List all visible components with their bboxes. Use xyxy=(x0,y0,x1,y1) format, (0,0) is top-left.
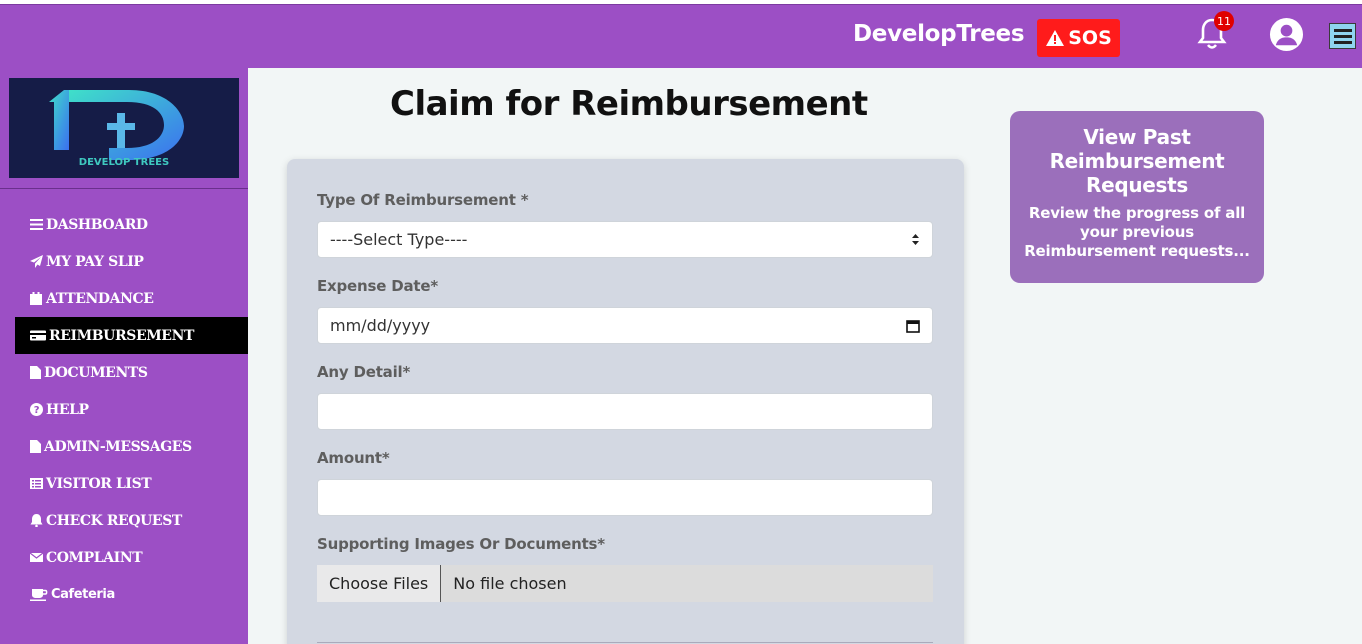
sort-arrows-icon xyxy=(912,234,919,245)
sidebar-item-label: VISITOR LIST xyxy=(46,475,152,492)
brand-name[interactable]: DevelopTrees xyxy=(853,21,1025,47)
envelope-icon xyxy=(30,552,43,562)
user-avatar-icon[interactable] xyxy=(1269,17,1304,52)
sidebar-item-label: DOCUMENTS xyxy=(44,364,148,381)
notification-badge: 11 xyxy=(1214,11,1234,31)
past-requests-description: Review the progress of all your previous… xyxy=(1024,204,1250,260)
list-icon xyxy=(30,478,43,489)
sidebar-divider xyxy=(0,188,248,189)
hamburger-menu-button[interactable] xyxy=(1329,23,1356,49)
sidebar-item-visitor-list[interactable]: VISITOR LIST xyxy=(15,465,248,502)
top-navbar: DevelopTrees SOS 11 xyxy=(0,4,1362,68)
file-icon xyxy=(30,440,41,453)
sidebar-item-help[interactable]: ? HELP xyxy=(15,391,248,428)
reimbursement-form: Type Of Reimbursement * ----Select Type-… xyxy=(287,159,964,644)
page-title: Claim for Reimbursement xyxy=(390,84,868,124)
calendar-icon[interactable] xyxy=(906,319,920,333)
sidebar-item-label: ATTENDANCE xyxy=(46,290,154,307)
sidebar-item-my-pay-slip[interactable]: MY PAY SLIP xyxy=(15,243,248,280)
calendar-icon xyxy=(30,292,42,305)
paper-plane-icon xyxy=(30,255,43,268)
reimbursement-type-select[interactable]: ----Select Type---- xyxy=(317,221,933,258)
warning-icon xyxy=(1046,30,1065,46)
sidebar-item-label: CHECK REQUEST xyxy=(46,512,182,529)
choose-files-button[interactable]: Choose Files xyxy=(317,565,442,602)
detail-input[interactable] xyxy=(317,393,933,430)
question-circle-icon: ? xyxy=(30,403,43,416)
svg-text:?: ? xyxy=(34,405,40,416)
sidebar-item-admin-messages[interactable]: ADMIN-MESSAGES xyxy=(15,428,248,465)
date-placeholder: mm/dd/yyyy xyxy=(330,316,431,335)
sidebar-item-label: REIMBURSEMENT xyxy=(49,327,194,344)
sidebar-nav: DASHBOARD MY PAY SLIP ATTENDANCE REIMBUR… xyxy=(15,206,248,613)
coffee-icon xyxy=(30,589,48,601)
credit-card-icon xyxy=(30,330,46,341)
file-icon xyxy=(30,366,41,379)
bell-icon xyxy=(30,514,43,527)
sidebar-item-documents[interactable]: DOCUMENTS xyxy=(15,354,248,391)
logo-text: DEVELOP TREES xyxy=(79,157,169,168)
sidebar-item-label: DASHBOARD xyxy=(46,216,148,233)
sidebar-item-label: Cafeteria xyxy=(51,587,115,602)
sidebar-item-reimbursement[interactable]: REIMBURSEMENT xyxy=(15,317,248,354)
sos-button[interactable]: SOS xyxy=(1037,19,1120,57)
sidebar-item-attendance[interactable]: ATTENDANCE xyxy=(15,280,248,317)
past-requests-title: View Past Reimbursement Requests xyxy=(1049,125,1225,197)
file-upload-input[interactable]: Choose Files No file chosen xyxy=(317,565,933,602)
amount-input[interactable] xyxy=(317,479,933,516)
detail-label: Any Detail* xyxy=(317,363,411,381)
company-logo[interactable]: DEVELOP TREES xyxy=(9,78,239,178)
amount-label: Amount* xyxy=(317,449,390,467)
sidebar-item-dashboard[interactable]: DASHBOARD xyxy=(15,206,248,243)
expense-date-label: Expense Date* xyxy=(317,277,438,295)
sidebar-item-label: ADMIN-MESSAGES xyxy=(44,438,192,455)
sidebar-item-cafeteria[interactable]: Cafeteria xyxy=(15,576,248,613)
sidebar-item-label: COMPLAINT xyxy=(46,549,143,566)
sidebar-item-complaint[interactable]: COMPLAINT xyxy=(15,539,248,576)
sidebar-item-label: HELP xyxy=(46,401,89,418)
type-label: Type Of Reimbursement * xyxy=(317,191,529,209)
hamburger-line xyxy=(1333,34,1352,38)
file-status: No file chosen xyxy=(453,574,567,593)
expense-date-input[interactable]: mm/dd/yyyy xyxy=(317,307,933,344)
sidebar-item-check-request[interactable]: CHECK REQUEST xyxy=(15,502,248,539)
divider xyxy=(317,642,933,643)
supporting-files-label: Supporting Images Or Documents* xyxy=(317,535,605,553)
hamburger-icon xyxy=(1333,28,1352,32)
sos-label: SOS xyxy=(1068,27,1112,49)
logo-graphic: DEVELOP TREES xyxy=(49,90,184,168)
sidebar-item-label: MY PAY SLIP xyxy=(46,253,144,270)
sidebar: DEVELOP TREES DASHBOARD MY PAY SLIP ATTE… xyxy=(0,68,248,644)
select-value: ----Select Type---- xyxy=(330,230,468,249)
hamburger-line xyxy=(1333,40,1352,44)
view-past-requests-card[interactable]: View Past Reimbursement Requests Review … xyxy=(1010,111,1264,283)
bars-icon xyxy=(30,219,43,230)
